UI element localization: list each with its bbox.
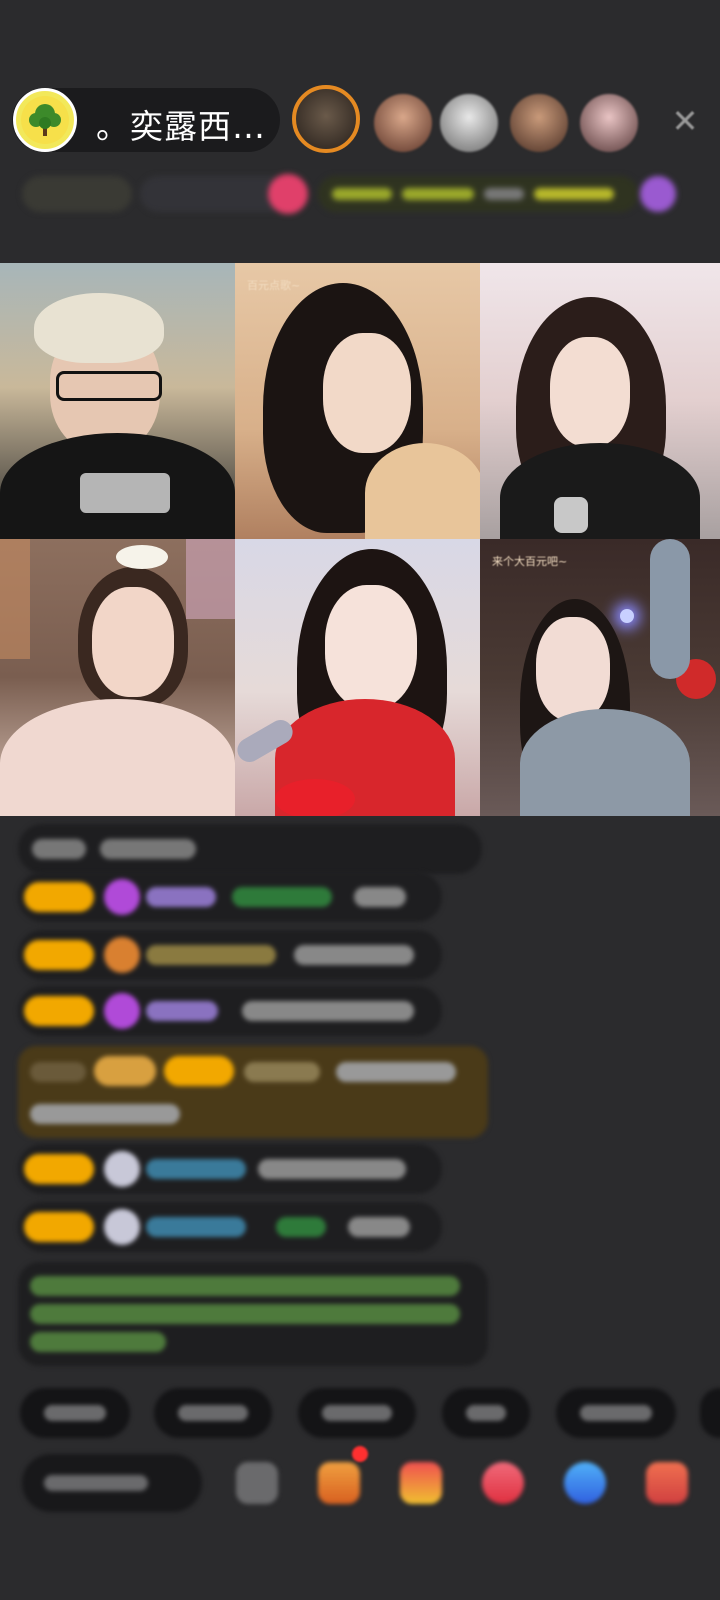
close-icon[interactable]: ✕ bbox=[668, 102, 702, 140]
multi-guest-video-grid: 百元点歌~ 来个大百元吧~ bbox=[0, 263, 720, 816]
gift-message-card[interactable] bbox=[18, 1046, 488, 1138]
tile-tag: 百元点歌~ bbox=[247, 279, 301, 292]
host-avatar[interactable] bbox=[13, 88, 77, 152]
more-icon[interactable] bbox=[236, 1462, 278, 1504]
top-viewer-avatar[interactable] bbox=[292, 85, 360, 153]
video-tile[interactable] bbox=[0, 263, 235, 539]
shop-icon[interactable] bbox=[646, 1462, 688, 1504]
tree-icon bbox=[21, 96, 69, 144]
notification-dot bbox=[352, 1446, 368, 1462]
chat-message[interactable] bbox=[18, 1202, 442, 1252]
fire-icon bbox=[268, 174, 308, 214]
quick-chip[interactable] bbox=[154, 1388, 272, 1438]
quick-chip[interactable] bbox=[700, 1388, 720, 1438]
chat-message[interactable] bbox=[18, 1144, 442, 1194]
red-packet-icon[interactable] bbox=[482, 1462, 524, 1504]
task-chip[interactable] bbox=[318, 176, 638, 212]
quick-chip[interactable] bbox=[556, 1388, 676, 1438]
video-tile[interactable] bbox=[0, 539, 235, 816]
quick-chip[interactable] bbox=[298, 1388, 416, 1438]
chat-input[interactable] bbox=[22, 1454, 202, 1512]
ranking-chip[interactable] bbox=[22, 176, 132, 212]
video-tile[interactable] bbox=[480, 263, 720, 539]
viewer-avatar[interactable] bbox=[510, 94, 568, 152]
viewer-avatar[interactable] bbox=[374, 94, 432, 152]
chat-message[interactable] bbox=[18, 824, 482, 874]
tile-tag: 来个大百元吧~ bbox=[492, 555, 568, 568]
quick-chip[interactable] bbox=[442, 1388, 530, 1438]
gift-icon[interactable] bbox=[640, 176, 676, 212]
video-tile[interactable]: 来个大百元吧~ bbox=[480, 539, 720, 816]
room-info-strip[interactable] bbox=[22, 172, 702, 218]
quick-chip[interactable] bbox=[20, 1388, 130, 1438]
system-notice bbox=[18, 1262, 488, 1366]
host-name[interactable]: 。奕露西… bbox=[96, 100, 266, 148]
chat-message[interactable] bbox=[18, 930, 442, 980]
chat-message[interactable] bbox=[18, 986, 442, 1036]
game-icon[interactable] bbox=[564, 1462, 606, 1504]
chat-message[interactable] bbox=[18, 872, 442, 922]
video-tile[interactable]: 百元点歌~ bbox=[235, 263, 480, 539]
video-tile[interactable] bbox=[235, 539, 480, 816]
gift-box-icon[interactable] bbox=[318, 1462, 360, 1504]
treasure-icon[interactable] bbox=[400, 1462, 442, 1504]
viewer-avatar[interactable] bbox=[440, 94, 498, 152]
viewer-avatar[interactable] bbox=[580, 94, 638, 152]
